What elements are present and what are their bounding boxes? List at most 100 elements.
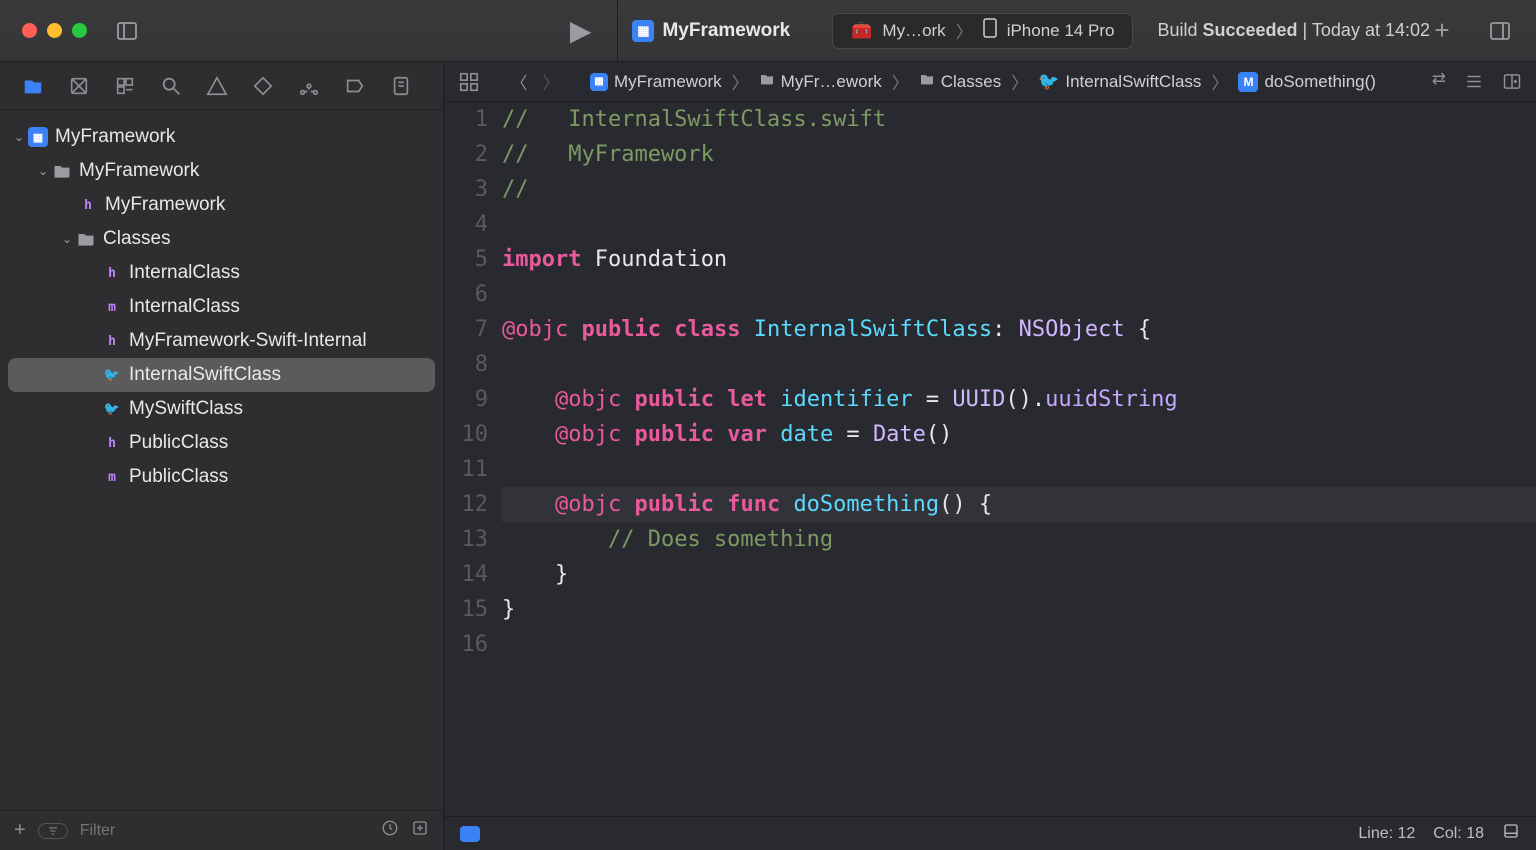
editor-statusbar: Line: 12 Col: 18 — [444, 816, 1536, 850]
jump-seg-group[interactable]: MyFr…ework — [759, 71, 882, 92]
tree-label: MyFramework-Swift-Internal — [129, 330, 367, 352]
folder-icon — [919, 71, 935, 92]
tree-file-publicclass[interactable]: m PublicClass — [0, 460, 443, 494]
toolbar-right: + — [1430, 19, 1536, 43]
folder-icon — [76, 229, 96, 249]
filter-input[interactable] — [80, 822, 369, 840]
tree-file-publicclass[interactable]: hPublicClass — [0, 426, 443, 460]
tree-file-myframework-swift-internal[interactable]: hMyFramework-Swift-Internal — [0, 324, 443, 358]
minimap-toggle-icon[interactable] — [1502, 822, 1520, 845]
swift-file-icon: 🐦 — [102, 399, 122, 419]
swap-icon[interactable]: ⇄ — [1432, 69, 1446, 94]
cursor-line-label: Line: 12 — [1358, 825, 1415, 843]
navigator-sidebar: ⌄ ▦ MyFramework ⌄ MyFramework h MyFramew… — [0, 62, 444, 850]
test-navigator-icon[interactable] — [252, 75, 274, 97]
symbol-navigator-icon[interactable] — [114, 75, 136, 97]
jump-seg-classes[interactable]: Classes — [919, 71, 1001, 92]
tree-file-header[interactable]: h MyFramework — [0, 188, 443, 222]
add-button[interactable]: + — [1430, 19, 1454, 43]
tree-label: Classes — [103, 228, 171, 250]
source-control-navigator-icon[interactable] — [68, 75, 90, 97]
forward-button[interactable]: 〉 — [540, 71, 562, 93]
sidebar-toggle-icon[interactable] — [115, 19, 139, 43]
back-button[interactable]: 〈 — [508, 71, 530, 93]
jump-label: Classes — [941, 72, 1001, 92]
chevron-down-icon[interactable]: ⌄ — [62, 232, 76, 246]
scheme-selector[interactable]: 🧰 My…ork 〉 iPhone 14 Pro — [832, 13, 1133, 49]
folder-icon — [759, 71, 775, 92]
lines-icon[interactable] — [1464, 69, 1484, 94]
minimize-window-button[interactable] — [47, 23, 62, 38]
tree-label: PublicClass — [129, 432, 228, 454]
chevron-right-icon: 〉 — [1011, 69, 1028, 94]
report-navigator-icon[interactable] — [390, 75, 412, 97]
related-items-icon[interactable] — [458, 71, 480, 93]
tree-group[interactable]: ⌄ MyFramework — [0, 154, 443, 188]
implementation-file-icon: m — [102, 467, 122, 487]
scm-filter-icon[interactable] — [411, 819, 429, 842]
tree-file-internalswiftclass[interactable]: 🐦InternalSwiftClass — [8, 358, 435, 392]
window-title: ▦ MyFramework — [632, 20, 790, 42]
editor-area: 〈 〉 ▦ MyFramework 〉 MyFr…ework 〉 Classes… — [444, 62, 1536, 850]
issue-navigator-icon[interactable] — [206, 75, 228, 97]
tree-file-myswiftclass[interactable]: 🐦 MySwiftClass — [0, 392, 443, 426]
tree-project-root[interactable]: ⌄ ▦ MyFramework — [0, 120, 443, 154]
tree-label: MyFramework — [105, 194, 225, 216]
header-file-icon: h — [102, 263, 122, 283]
recent-filter-icon[interactable] — [381, 819, 399, 842]
swift-file-icon: 🐦 — [102, 365, 122, 385]
tree-file-internalclass[interactable]: h InternalClass — [0, 256, 443, 290]
project-title-label: MyFramework — [662, 20, 790, 42]
jump-seg-file[interactable]: 🐦 InternalSwiftClass — [1038, 72, 1201, 92]
scheme-icon: 🧰 — [851, 21, 872, 41]
chevron-right-icon: 〉 — [956, 18, 973, 43]
status-result: Succeeded — [1202, 20, 1297, 40]
tree-group-classes[interactable]: ⌄ Classes — [0, 222, 443, 256]
chevron-right-icon: 〉 — [1211, 69, 1228, 94]
tree-label: InternalClass — [129, 262, 240, 284]
run-button[interactable]: ▶ — [570, 14, 618, 47]
jump-bar-right: ⇄ — [1432, 69, 1522, 94]
chevron-right-icon: 〉 — [892, 69, 909, 94]
navigator-filter-bar: + — [0, 810, 443, 850]
device-icon — [983, 18, 997, 43]
add-target-button[interactable]: + — [14, 819, 26, 842]
navigator-selector — [0, 62, 443, 110]
tree-label: MySwiftClass — [129, 398, 243, 420]
debug-navigator-icon[interactable] — [298, 75, 320, 97]
jump-label: doSomething() — [1264, 72, 1376, 92]
window-toolbar: ▶ ▦ MyFramework 🧰 My…ork 〉 iPhone 14 Pro… — [0, 0, 1536, 62]
debug-bar-indicator[interactable] — [460, 826, 480, 842]
project-icon: ▦ — [590, 73, 608, 91]
project-icon: ▦ — [632, 20, 654, 42]
code-lines[interactable]: // InternalSwiftClass.swift// MyFramewor… — [502, 102, 1536, 816]
jump-seg-symbol[interactable]: M doSomething() — [1238, 72, 1376, 92]
jump-seg-project[interactable]: ▦ MyFramework — [590, 72, 722, 92]
header-file-icon: h — [78, 195, 98, 215]
destination-label: iPhone 14 Pro — [1007, 21, 1115, 41]
tree-file-internalclass[interactable]: mInternalClass — [0, 290, 443, 324]
filter-scope-button[interactable] — [38, 823, 68, 839]
library-toggle-icon[interactable] — [1488, 19, 1512, 43]
status-time: Today at 14:02 — [1312, 20, 1430, 40]
scheme-label: My…ork — [882, 21, 945, 41]
find-navigator-icon[interactable] — [160, 75, 182, 97]
swift-file-icon: 🐦 — [1038, 72, 1059, 92]
zoom-window-button[interactable] — [72, 23, 87, 38]
close-window-button[interactable] — [22, 23, 37, 38]
project-navigator-icon[interactable] — [22, 75, 44, 97]
jump-bar: 〈 〉 ▦ MyFramework 〉 MyFr…ework 〉 Classes… — [444, 62, 1536, 102]
breakpoint-navigator-icon[interactable] — [344, 75, 366, 97]
status-prefix: Build — [1157, 20, 1197, 40]
source-editor[interactable]: 12345678910111213141516 // InternalSwift… — [444, 102, 1536, 816]
tree-label: PublicClass — [129, 466, 228, 488]
add-editor-icon[interactable] — [1502, 69, 1522, 94]
project-tree: ⌄ ▦ MyFramework ⌄ MyFramework h MyFramew… — [0, 110, 443, 810]
project-icon: ▦ — [28, 127, 48, 147]
cursor-col-label: Col: 18 — [1433, 825, 1484, 843]
toolbar-divider — [617, 0, 618, 62]
chevron-down-icon[interactable]: ⌄ — [38, 164, 52, 178]
chevron-down-icon[interactable]: ⌄ — [14, 130, 28, 144]
jump-label: MyFramework — [614, 72, 722, 92]
build-status: Build Succeeded | Today at 14:02 — [1157, 20, 1430, 41]
